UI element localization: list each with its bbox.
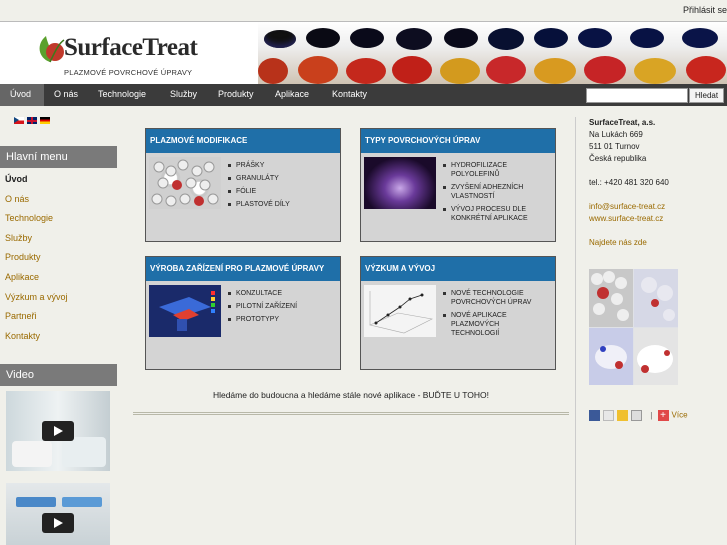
box-title[interactable]: VÝROBA ZAŘÍZENÍ PRO PLAZMOVÉ ÚPRAVY [146, 257, 340, 281]
motto-text: Hledáme do budoucna a hledáme stále nové… [212, 390, 490, 400]
list-item[interactable]: PLASTOVÉ DÍLY [228, 200, 334, 209]
box-list: NOVÉ TECHNOLOGIE POVRCHOVÝCH ÚPRAV NOVÉ … [443, 289, 549, 342]
list-item[interactable]: FÓLIE [228, 187, 334, 196]
list-item[interactable]: NOVÉ APLIKACE PLAZMOVÝCH TECHNOLOGIÍ [443, 311, 549, 338]
menu-heading: Hlavní menu [0, 146, 117, 168]
language-flags [14, 117, 53, 135]
top-bar: Přihlásit se [0, 0, 727, 22]
box-list: KONZULTACE PILOTNÍ ZAŘÍZENÍ PROTOTYPY [228, 289, 334, 328]
list-item[interactable]: NOVÉ TECHNOLOGIE POVRCHOVÝCH ÚPRAV [443, 289, 549, 307]
molecule-illustration-icon [589, 269, 678, 385]
device-illustration-icon [159, 291, 215, 331]
box-vyzkum-a-vyvoj[interactable]: VÝZKUM A VÝVOJ NOVÉ TECHNOLOGIE POVRCHOV… [360, 256, 556, 370]
share-bar: | + Více [589, 410, 688, 421]
nav-item-produkty[interactable]: Produkty [208, 84, 264, 106]
sidebar-item-vyzkum[interactable]: Výzkum a vývoj [5, 292, 68, 302]
box-typy-povrchovych-uprav[interactable]: TYPY POVRCHOVÝCH ÚPRAV HYDROFILIZACE POL… [360, 128, 556, 242]
sidebar [0, 106, 125, 545]
city: 511 01 Turnov [589, 142, 640, 151]
box-vyroba-zarizeni[interactable]: VÝROBA ZAŘÍZENÍ PRO PLAZMOVÉ ÚPRAVY KONZ… [145, 256, 341, 370]
divider [133, 412, 569, 415]
list-item[interactable]: PROTOTYPY [228, 315, 334, 324]
nav-item-sluzby[interactable]: Služby [160, 84, 207, 106]
plasma-image [364, 157, 436, 209]
cz-flag-icon[interactable] [14, 117, 24, 124]
country: Česká republika [589, 154, 647, 163]
print-icon[interactable] [631, 410, 642, 421]
uk-flag-icon[interactable] [27, 117, 37, 124]
contact-panel: SurfaceTreat, a.s. Na Lukách 669 511 01 … [589, 117, 727, 249]
de-flag-icon[interactable] [40, 117, 50, 124]
nav-item-technologie[interactable]: Technologie [88, 84, 156, 106]
separator: | [650, 410, 653, 420]
nav-item-uvod[interactable]: Úvod [0, 84, 44, 106]
tagline: PLAZMOVÉ POVRCHOVÉ ÚPRAVY [64, 68, 193, 77]
search-button[interactable]: Hledat [689, 88, 724, 103]
product-image [149, 157, 221, 209]
particles-illustration-icon [151, 159, 219, 207]
list-item[interactable]: KONZULTACE [228, 289, 334, 298]
sidebar-item-uvod[interactable]: Úvod [5, 174, 28, 184]
logo[interactable]: SurfaceTreat PLAZMOVÉ POVRCHOVÉ ÚPRAVY [36, 30, 256, 80]
box-title[interactable]: PLAZMOVÉ MODIFIKACE [146, 129, 340, 153]
list-item[interactable]: PILOTNÍ ZAŘÍZENÍ [228, 302, 334, 311]
graph-illustration-icon [369, 291, 433, 334]
list-item[interactable]: GRANULÁTY [228, 174, 334, 183]
sidebar-item-partneri[interactable]: Partneři [5, 311, 37, 321]
video-thumbnail-2[interactable] [6, 483, 110, 545]
brand-name: SurfaceTreat [64, 34, 198, 61]
list-item[interactable]: VÝVOJ PROCESU DLE KONKRÉTNÍ APLIKACE [443, 205, 549, 223]
sidebar-item-o-nas[interactable]: O nás [5, 194, 29, 204]
list-item[interactable]: ZVYŠENÍ ADHEZNÍCH VLASTNOSTÍ [443, 183, 549, 201]
nav-item-kontakty[interactable]: Kontakty [322, 84, 377, 106]
list-item[interactable]: HYDROFILIZACE POLYOLEFINŮ [443, 161, 549, 179]
play-icon[interactable] [42, 513, 74, 533]
sidebar-item-technologie[interactable]: Technologie [5, 213, 53, 223]
web-link[interactable]: www.surface-treat.cz [589, 213, 727, 225]
protein-image [589, 269, 678, 385]
bookmark-icon[interactable] [617, 410, 628, 421]
sidebar-item-sluzby[interactable]: Služby [5, 233, 32, 243]
nav-item-aplikace[interactable]: Aplikace [265, 84, 319, 106]
page: Přihlásit se SurfaceTreat PLAZMOVÉ POVRC… [0, 0, 727, 545]
main-content: PLAZMOVÉ MODIFIKACE PRÁŠKY GRANULÁTY FÓL… [133, 117, 569, 417]
banner-image [258, 22, 727, 84]
graph-image [364, 285, 436, 337]
video-thumbnail-1[interactable] [6, 391, 110, 471]
map-link[interactable]: Najdete nás zde [589, 237, 727, 249]
share-more-link[interactable]: Více [672, 411, 688, 420]
email-icon[interactable] [603, 410, 614, 421]
box-list: HYDROFILIZACE POLYOLEFINŮ ZVYŠENÍ ADHEZN… [443, 161, 549, 227]
share-more-icon[interactable]: + [657, 410, 669, 421]
column-divider [575, 117, 576, 545]
street: Na Lukách 669 [589, 130, 643, 139]
login-link[interactable]: Přihlásit se [683, 5, 727, 15]
video-heading: Video [0, 364, 117, 386]
list-item[interactable]: PRÁŠKY [228, 161, 334, 170]
sidebar-item-kontakty[interactable]: Kontakty [5, 331, 40, 341]
sidebar-item-aplikace[interactable]: Aplikace [5, 272, 39, 282]
leaf-logo-icon [39, 36, 65, 63]
device-image [149, 285, 221, 337]
box-title[interactable]: TYPY POVRCHOVÝCH ÚPRAV [361, 129, 555, 153]
email-link[interactable]: info@surface-treat.cz [589, 201, 727, 213]
box-plazmove-modifikace[interactable]: PLAZMOVÉ MODIFIKACE PRÁŠKY GRANULÁTY FÓL… [145, 128, 341, 242]
phone: tel.: +420 481 320 640 [589, 178, 669, 187]
play-icon[interactable] [42, 421, 74, 441]
header: SurfaceTreat PLAZMOVÉ POVRCHOVÉ ÚPRAVY [0, 22, 727, 84]
company-name: SurfaceTreat, a.s. [589, 118, 656, 127]
box-list: PRÁŠKY GRANULÁTY FÓLIE PLASTOVÉ DÍLY [228, 161, 334, 213]
sidebar-item-produkty[interactable]: Produkty [5, 252, 41, 262]
box-title[interactable]: VÝZKUM A VÝVOJ [361, 257, 555, 281]
search-input[interactable] [586, 88, 688, 103]
facebook-icon[interactable] [589, 410, 600, 421]
nav-item-o-nas[interactable]: O nás [44, 84, 88, 106]
